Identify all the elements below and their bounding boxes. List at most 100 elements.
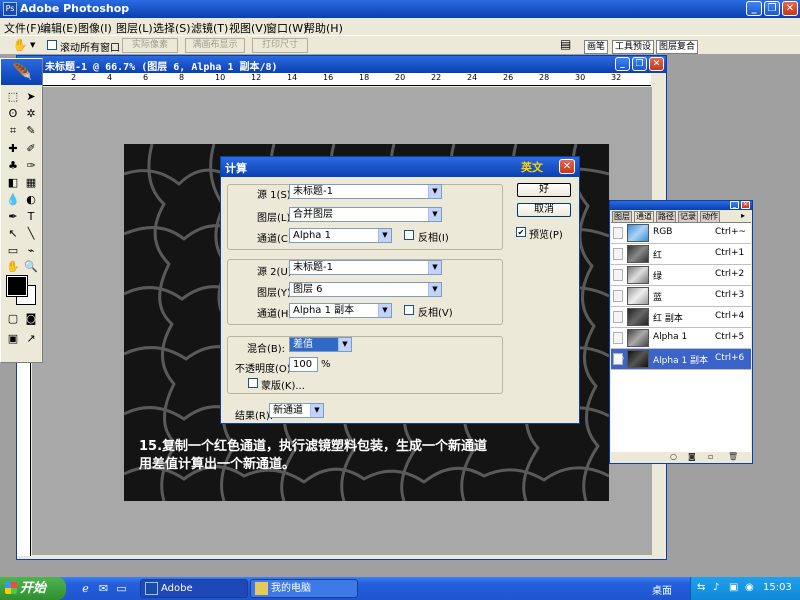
zoom-tool-icon[interactable]: 🔍 [23,259,39,275]
tray-ime-icon[interactable]: ▣ [729,582,738,593]
hand-tool-icon[interactable]: ✋ [5,259,21,275]
tab-layers[interactable]: 图层 [612,211,632,222]
menu-file[interactable]: 文件(F) [4,20,41,36]
start-button[interactable]: 开始 [0,577,66,600]
opacity-input[interactable]: 100 [289,357,318,372]
jump-to-imageready-icon[interactable]: ↗ [23,331,39,347]
menu-help[interactable]: 帮助(H) [304,20,343,36]
blend-mode-select[interactable]: 差值 ▼ [289,337,352,352]
path-selection-tool-icon[interactable]: ↖ [5,226,21,242]
desktop-toolbar-label[interactable]: 桌面 [652,582,672,597]
source2-layer-select[interactable]: 图层 6 ▼ [289,282,442,297]
visibility-toggle[interactable] [613,269,623,281]
ie-icon[interactable]: ℯ [78,581,93,596]
visibility-toggle[interactable] [613,290,623,302]
doc-maximize-button[interactable]: ❐ [632,57,647,71]
save-selection-icon[interactable]: ◙ [688,452,696,462]
visibility-toggle[interactable] [613,311,623,323]
tray-security-icon[interactable]: ◉ [745,582,754,593]
scroll-all-windows-checkbox[interactable] [47,40,57,50]
channel-row-red-copy[interactable]: 红 副本 Ctrl+4 [611,307,751,328]
menu-edit[interactable]: 编辑(E) [40,20,78,36]
standard-mode-icon[interactable]: ▢ [5,311,21,327]
tray-volume-icon[interactable]: ♪ [713,582,719,593]
crop-tool-icon[interactable]: ⌗ [5,123,21,139]
source1-channel-select[interactable]: Alpha 1 ▼ [289,228,392,243]
eyedropper-tool-icon[interactable]: ⌁ [23,243,39,259]
move-tool-icon[interactable]: ➤ [23,89,39,105]
foreground-color-swatch[interactable] [6,275,28,297]
quick-mask-mode-icon[interactable]: ◙ [23,311,39,327]
channel-row-green[interactable]: 绿 Ctrl+2 [611,265,751,286]
channel-row-alpha1[interactable]: Alpha 1 Ctrl+5 [611,328,751,349]
tab-history[interactable]: 记录 [678,211,698,222]
dialog-close-button[interactable]: ✕ [559,159,575,174]
load-selection-icon[interactable]: ○ [670,452,677,462]
clock[interactable]: 15:03 [763,582,792,593]
menu-image[interactable]: 图像(I) [78,20,112,36]
ime-indicator[interactable]: 英文 [521,159,543,175]
blur-tool-icon[interactable]: 💧 [5,192,21,208]
eye-icon[interactable]: 👁 [613,353,624,365]
actual-pixels-button[interactable]: 实际像素 [122,38,178,53]
lasso-tool-icon[interactable]: ʘ [5,106,21,122]
menu-filter[interactable]: 滤镜(T) [191,20,228,36]
source1-invert-checkbox[interactable] [404,230,414,240]
channel-row-blue[interactable]: 蓝 Ctrl+3 [611,286,751,307]
visibility-toggle[interactable] [613,332,623,344]
preview-checkbox[interactable]: ✔ [516,227,526,237]
doc-minimize-button[interactable]: _ [615,57,630,71]
task-photoshop[interactable]: Adobe Photoshop [140,579,248,598]
new-channel-icon[interactable]: ▫ [708,452,713,462]
slice-tool-icon[interactable]: ✎ [23,123,39,139]
dodge-tool-icon[interactable]: ◐ [23,192,39,208]
mask-checkbox[interactable] [248,378,258,388]
maximize-button[interactable]: ❐ [764,1,780,16]
menu-window[interactable]: 窗口(W) [266,20,307,36]
palette-well-icon[interactable]: ▤ [560,37,576,53]
tray-network-icon[interactable]: ⇆ [697,582,705,593]
type-tool-icon[interactable]: T [23,209,39,225]
close-button[interactable]: ✕ [782,1,798,16]
result-select[interactable]: 新通道 ▼ [269,403,324,418]
well-tab-brushes[interactable]: 画笔 [584,40,609,54]
trash-icon[interactable]: 🗑 [728,452,738,462]
pen-tool-icon[interactable]: ✒ [5,209,21,225]
source2-select[interactable]: 未标题-1 ▼ [289,260,442,275]
tool-preset-dropdown-icon[interactable]: ▼ [30,41,35,49]
visibility-toggle[interactable] [613,248,623,260]
minimize-button[interactable]: _ [746,1,762,16]
source1-select[interactable]: 未标题-1 ▼ [289,184,442,199]
healing-brush-tool-icon[interactable]: ✚ [5,141,21,157]
hand-tool-icon[interactable]: ✋ [12,38,28,52]
source2-channel-select[interactable]: Alpha 1 副本 ▼ [289,303,392,318]
channel-row-alpha1-copy[interactable]: 👁 Alpha 1 副本 Ctrl+6 [611,349,751,370]
cancel-button[interactable]: 取消 [517,203,571,217]
screen-mode-icon[interactable]: ▣ [5,331,21,347]
tab-channels[interactable]: 通道 [634,211,654,222]
menu-select[interactable]: 选择(S) [153,20,191,36]
marquee-tool-icon[interactable]: ⬚ [5,89,21,105]
channel-row-red[interactable]: 红 Ctrl+1 [611,244,751,265]
panel-menu-icon[interactable]: ▸ [740,211,746,221]
fit-on-screen-button[interactable]: 满画布显示 [185,38,245,53]
menu-layer[interactable]: 图层(L) [116,20,153,36]
well-tab-tool-presets[interactable]: 工具预设 [612,40,655,54]
panel-minimize-button[interactable]: _ [730,201,739,209]
line-tool-icon[interactable]: ╲ [23,226,39,242]
clone-stamp-tool-icon[interactable]: ♣ [5,158,21,174]
visibility-toggle[interactable] [613,227,623,239]
ok-button[interactable]: 好 [517,183,571,197]
print-size-button[interactable]: 打印尺寸 [252,38,308,53]
doc-close-button[interactable]: ✕ [649,57,664,71]
eraser-tool-icon[interactable]: ◧ [5,175,21,191]
panel-close-button[interactable]: ✕ [741,201,750,209]
well-tab-layer-comps[interactable]: 图层复合 [656,40,699,54]
task-my-computer[interactable]: 我的电脑 [250,579,358,598]
gradient-tool-icon[interactable]: ▦ [23,175,39,191]
menu-view[interactable]: 视图(V) [229,20,267,36]
history-brush-tool-icon[interactable]: ✑ [23,158,39,174]
show-desktop-icon[interactable]: ▭ [114,581,129,596]
brush-tool-icon[interactable]: ✐ [23,141,39,157]
tab-actions[interactable]: 动作 [700,211,720,222]
